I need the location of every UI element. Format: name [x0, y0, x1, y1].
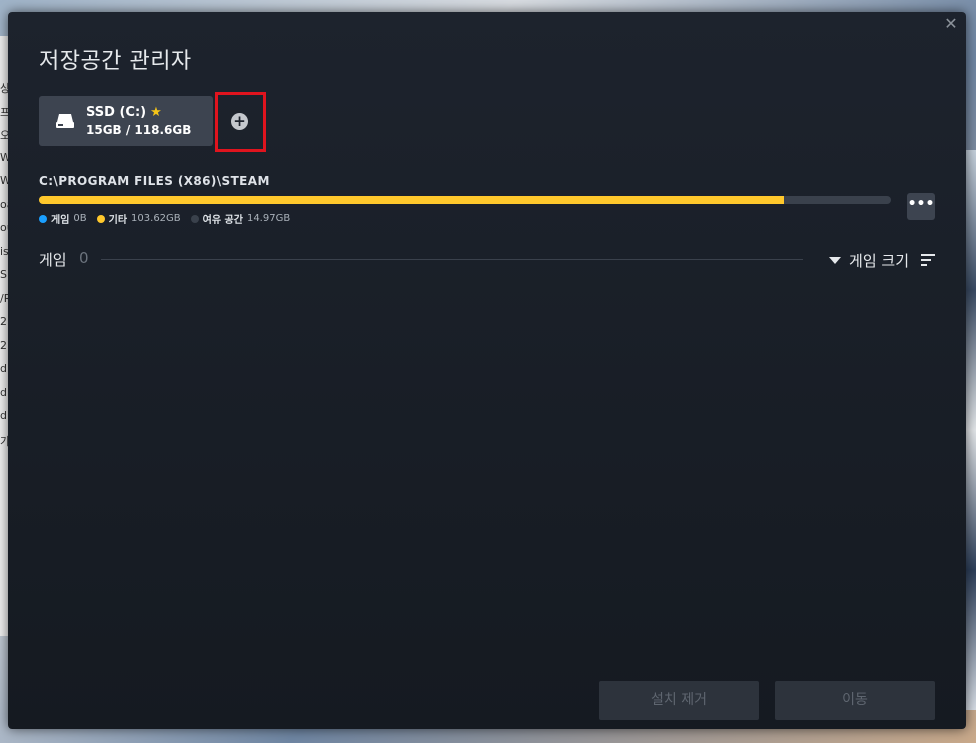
storage-usage-bar	[39, 196, 891, 204]
background-wallpaper-edge	[966, 150, 976, 710]
sort-label: 게임 크기	[849, 251, 909, 270]
storage-manager-dialog: ✕ 저장공간 관리자 SSD (C:) ★ 15GB / 118.6GB + C:…	[8, 12, 966, 729]
legend-games-label: 게임	[51, 215, 70, 226]
storage-usage-other-fill	[39, 196, 784, 204]
legend-other-dot	[96, 214, 105, 223]
legend-other-label: 기타	[108, 215, 128, 226]
more-options-button[interactable]: •••	[907, 193, 935, 220]
caret-down-icon	[829, 256, 842, 264]
games-count: 0	[79, 249, 89, 267]
add-drive-highlight: +	[215, 92, 266, 152]
sort-dropdown[interactable]: 게임 크기	[829, 248, 935, 272]
legend-games: 게임 0B	[39, 211, 87, 226]
games-label: 게임	[39, 251, 67, 269]
dialog-title: 저장공간 관리자	[39, 49, 192, 74]
star-icon: ★	[150, 105, 162, 120]
section-divider	[101, 259, 803, 260]
background-glyph: d	[0, 409, 7, 422]
drive-size: 15GB / 118.6GB	[86, 123, 192, 137]
background-glyph: S	[0, 268, 7, 281]
games-section-header: 게임 0 게임 크기	[39, 248, 935, 272]
legend-free-value: 14.97GB	[246, 213, 291, 224]
legend-free: 여유 공간 14.97GB	[190, 211, 291, 226]
sort-lines-icon	[921, 254, 935, 266]
legend-games-value: 0B	[73, 213, 87, 224]
legend-games-dot	[39, 214, 47, 223]
background-window-edge: 상 프 오 W Woa ou is S/R 2 2 d d d 가	[0, 36, 14, 636]
move-button[interactable]: 이동	[775, 681, 935, 720]
background-glyph: d	[0, 385, 7, 399]
background-glyph: d	[0, 362, 7, 375]
add-drive-plus-icon[interactable]: +	[231, 113, 248, 130]
close-button[interactable]: ✕	[944, 16, 958, 32]
drive-tab-ssd[interactable]: SSD (C:) ★ 15GB / 118.6GB	[39, 96, 213, 146]
hard-drive-icon	[56, 114, 74, 128]
background-glyph: 2	[0, 338, 7, 352]
legend-other-value: 103.62GB	[131, 213, 181, 224]
legend-other: 기타 103.62GB	[96, 211, 181, 226]
uninstall-button[interactable]: 설치 제거	[599, 681, 759, 720]
drive-name: SSD (C:)	[86, 105, 147, 120]
library-path: C:\PROGRAM FILES (X86)\STEAM	[39, 174, 270, 188]
legend-free-dot	[190, 214, 199, 223]
legend-free-label: 여유 공간	[202, 215, 243, 226]
background-glyph: 2	[0, 315, 7, 328]
storage-legend: 게임 0B 기타 103.62GB 여유 공간 14.97GB	[39, 211, 290, 226]
